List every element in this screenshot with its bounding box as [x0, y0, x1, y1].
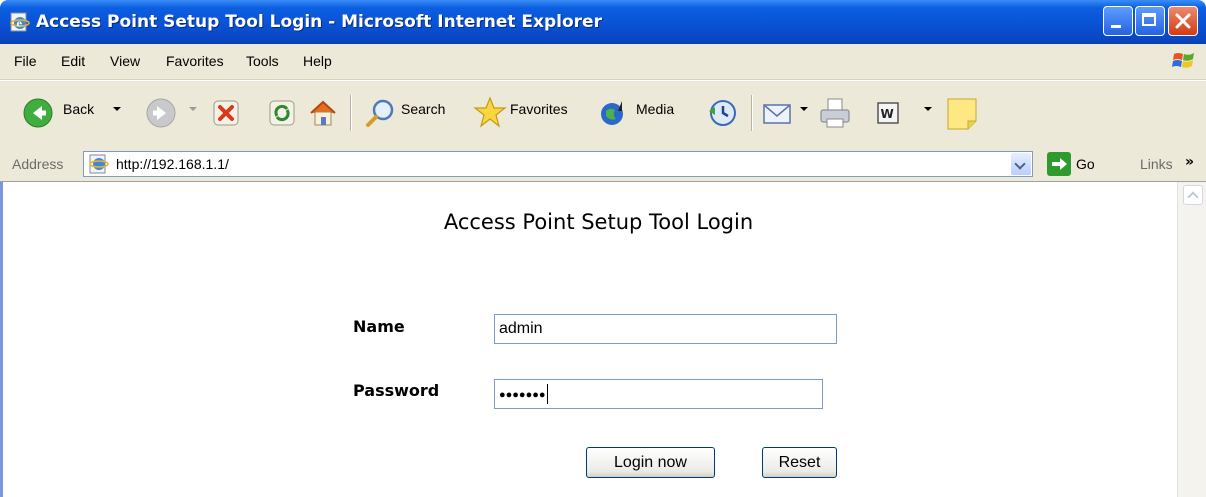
back-arrow-icon [23, 98, 53, 128]
name-input[interactable]: admin [494, 314, 837, 344]
media-icon [601, 101, 623, 125]
login-now-button[interactable]: Login now [586, 447, 715, 478]
chevron-down-icon[interactable] [189, 107, 197, 111]
home-icon[interactable] [307, 97, 339, 129]
reset-button[interactable]: Reset [762, 447, 837, 478]
media-label: Media [636, 101, 675, 117]
address-label: Address [12, 156, 64, 172]
favorites-label: Favorites [510, 101, 568, 117]
menu-tools[interactable]: Tools [246, 44, 279, 79]
menu-favorites[interactable]: Favorites [166, 44, 224, 79]
window-title: Access Point Setup Tool Login - Microsof… [36, 12, 602, 32]
window-title-bar[interactable]: e Access Point Setup Tool Login - Micros… [0, 0, 1206, 44]
print-icon[interactable] [818, 97, 852, 129]
menu-edit[interactable]: Edit [61, 44, 85, 79]
history-icon[interactable] [706, 97, 738, 129]
links-label[interactable]: Links [1140, 147, 1173, 181]
go-button[interactable] [1047, 152, 1071, 176]
svg-text:W: W [881, 107, 894, 121]
vertical-scrollbar[interactable] [1177, 182, 1206, 497]
ie-page-icon [89, 154, 109, 174]
media-button[interactable]: Media [598, 81, 690, 145]
go-arrow-icon [1052, 158, 1067, 170]
favorites-button[interactable]: Favorites [470, 81, 590, 145]
address-dropdown-button[interactable] [1011, 153, 1031, 175]
search-button[interactable]: Search [360, 81, 460, 145]
svg-text:e: e [17, 20, 23, 30]
forward-button[interactable] [136, 81, 197, 145]
page-content: Access Point Setup Tool Login Name admin… [0, 182, 1177, 497]
stop-icon[interactable] [212, 99, 240, 127]
close-icon [1175, 13, 1191, 29]
password-input[interactable]: ●●●●●●● [494, 379, 823, 409]
menu-help[interactable]: Help [303, 44, 332, 79]
favorites-star-icon [473, 96, 507, 128]
menu-view[interactable]: View [110, 44, 140, 79]
refresh-icon[interactable] [268, 99, 296, 127]
address-bar: Address http://192.168.1.1/ Go Links » [0, 147, 1206, 182]
password-value: ●●●●●●● [499, 389, 546, 401]
search-icon [366, 99, 394, 127]
mail-icon[interactable] [762, 99, 794, 127]
scroll-up-button[interactable] [1183, 185, 1203, 205]
maximize-button[interactable] [1135, 6, 1165, 36]
word-icon[interactable]: W [876, 101, 900, 125]
chevron-down-icon[interactable] [800, 107, 808, 111]
toolbar-separator [350, 95, 351, 131]
standard-toolbar: Back Search Favorites Media W [0, 80, 1206, 148]
address-url: http://192.168.1.1/ [116, 156, 229, 172]
page-title: Access Point Setup Tool Login [443, 210, 754, 234]
name-label: Name [353, 317, 405, 336]
chevron-down-icon[interactable] [113, 107, 121, 111]
windows-flag-icon [1172, 53, 1194, 68]
notes-icon[interactable] [946, 97, 978, 131]
back-label: Back [63, 101, 95, 117]
minimize-button[interactable] [1103, 6, 1133, 36]
menu-file[interactable]: File [14, 44, 37, 79]
password-label: Password [353, 381, 440, 400]
text-caret [546, 383, 548, 404]
chevron-down-icon[interactable] [924, 107, 932, 111]
toolbar-separator [751, 95, 752, 131]
ie-page-icon: e [10, 12, 30, 32]
search-label: Search [401, 101, 446, 117]
name-value: admin [499, 320, 543, 337]
close-button[interactable] [1168, 6, 1198, 36]
forward-arrow-icon [146, 98, 176, 128]
menu-bar: File Edit View Favorites Tools Help [0, 44, 1206, 80]
go-label[interactable]: Go [1076, 147, 1095, 181]
back-button[interactable]: Back [8, 81, 128, 145]
links-chevron-icon[interactable]: » [1185, 145, 1194, 179]
address-input[interactable]: http://192.168.1.1/ [83, 151, 1033, 177]
